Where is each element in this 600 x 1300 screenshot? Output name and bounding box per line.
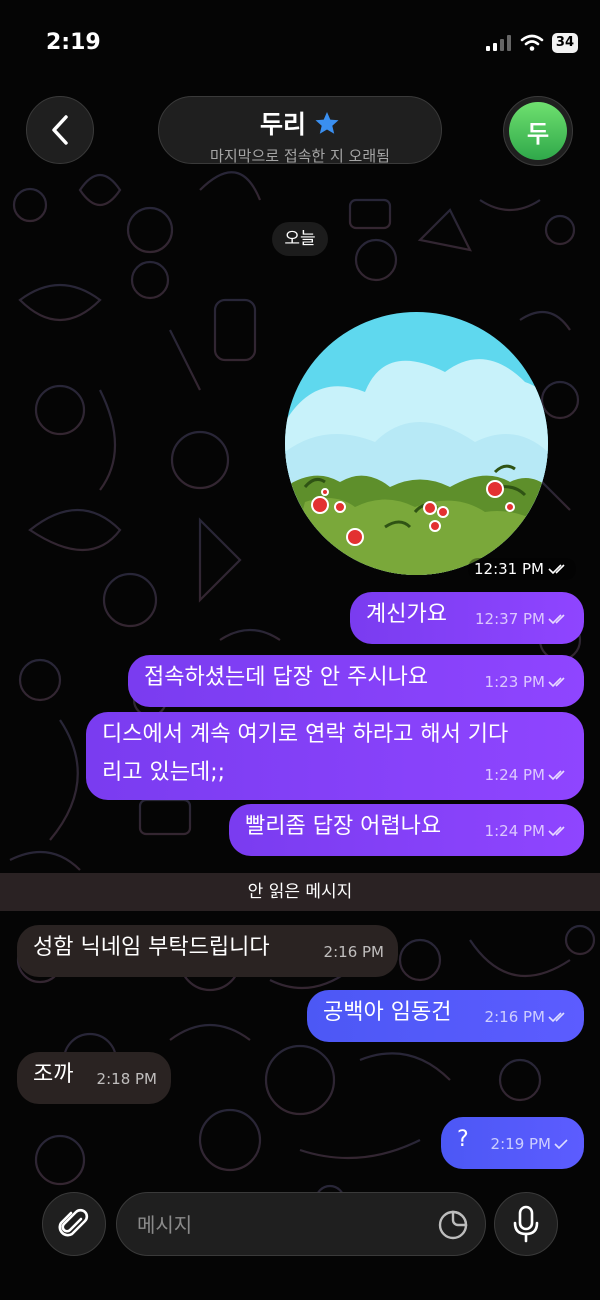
message-meta: 1:23 PM <box>485 665 570 699</box>
message-text: 공백아 임동건 <box>323 1000 452 1025</box>
message-input-field[interactable] <box>116 1192 486 1256</box>
status-bar: 2:19 34 <box>0 0 600 80</box>
status-icons: 34 <box>485 33 578 53</box>
message-text: 조까 <box>33 1062 74 1087</box>
back-button[interactable] <box>26 96 94 164</box>
message-time: 2:18 PM <box>96 1070 157 1088</box>
sticker-timestamp: 12:31 PM <box>468 558 576 580</box>
message-text-line1: 디스에서 계속 여기로 연락 하라고 해서 기다 <box>102 722 509 747</box>
message-bubble[interactable]: 빨리좀 답장 어렵나요 1:24 PM <box>229 804 584 856</box>
last-seen-status: 마지막으로 접속한 지 오래됨 <box>210 147 390 165</box>
message-text: 계신가요 <box>366 602 447 627</box>
nature-sticker[interactable] <box>285 312 548 575</box>
message-meta: 12:37 PM <box>475 602 570 636</box>
unread-messages-divider: 안 읽은 메시지 <box>0 873 600 911</box>
chat-header: 두리 마지막으로 접속한 지 오래됨 두 <box>0 92 600 172</box>
voice-message-button[interactable] <box>494 1192 558 1256</box>
double-check-icon <box>548 770 565 781</box>
message-composer <box>0 1190 600 1260</box>
message-time: 12:37 PM <box>475 610 545 628</box>
sticker-time-text: 12:31 PM <box>474 560 544 578</box>
microphone-icon <box>513 1205 539 1243</box>
chevron-left-icon <box>52 115 68 145</box>
message-meta: 2:18 PM <box>97 1062 157 1096</box>
message-time: 2:16 PM <box>323 943 384 961</box>
message-time: 1:24 PM <box>484 822 545 840</box>
sticker-icon[interactable] <box>437 1209 469 1241</box>
message-text: 접속하셨는데 답장 안 주시나요 <box>144 665 429 690</box>
message-time: 1:24 PM <box>484 766 545 784</box>
paperclip-icon <box>58 1208 89 1237</box>
battery-indicator: 34 <box>551 33 578 53</box>
message-bubble[interactable]: 접속하셨는데 답장 안 주시나요 1:23 PM <box>128 655 584 707</box>
double-check-icon <box>548 826 565 837</box>
message-meta: 1:24 PM <box>485 814 570 848</box>
double-check-icon <box>548 1012 565 1023</box>
star-icon <box>315 112 339 134</box>
message-bubble[interactable]: 조까 2:18 PM <box>17 1052 171 1104</box>
wifi-icon <box>520 34 544 51</box>
double-check-icon <box>548 677 565 688</box>
message-meta: 2:16 PM <box>324 935 384 969</box>
home-indicator <box>0 1270 600 1300</box>
date-separator: 오늘 <box>272 222 328 256</box>
profile-button[interactable]: 두 <box>503 96 573 166</box>
message-input[interactable] <box>135 1207 429 1243</box>
message-text: ? <box>457 1127 469 1152</box>
message-meta: 1:24 PM <box>485 758 570 792</box>
message-time: 1:23 PM <box>484 673 545 691</box>
signal-icon <box>485 35 511 51</box>
message-bubble[interactable]: 디스에서 계속 여기로 연락 하라고 해서 기다 리고 있는데;; 1:24 P… <box>86 712 584 800</box>
chat-title-pill[interactable]: 두리 마지막으로 접속한 지 오래됨 <box>158 96 442 165</box>
attach-button[interactable] <box>42 1192 106 1256</box>
message-bubble[interactable]: 성함 닉네임 부탁드립니다 2:16 PM <box>17 925 398 977</box>
avatar: 두 <box>509 102 567 160</box>
double-check-icon <box>548 614 565 625</box>
message-time: 2:19 PM <box>490 1135 551 1153</box>
message-bubble[interactable]: 계신가요 12:37 PM <box>350 592 584 644</box>
message-meta: 2:16 PM <box>485 1000 570 1034</box>
message-text-line2: 리고 있는데;; <box>102 760 226 785</box>
message-time: 2:16 PM <box>484 1008 545 1026</box>
status-time: 2:19 <box>46 30 101 55</box>
message-meta: 2:19 PM <box>491 1127 570 1161</box>
double-check-icon <box>548 564 565 575</box>
message-bubble[interactable]: 공백아 임동건 2:16 PM <box>307 990 584 1042</box>
chat-title: 두리 <box>259 110 306 139</box>
message-bubble[interactable]: ? 2:19 PM <box>441 1117 584 1169</box>
message-text: 빨리좀 답장 어렵나요 <box>245 814 442 839</box>
message-text: 성함 닉네임 부탁드립니다 <box>33 935 270 960</box>
chat-wallpaper <box>9 171 596 1216</box>
check-icon <box>554 1139 568 1150</box>
